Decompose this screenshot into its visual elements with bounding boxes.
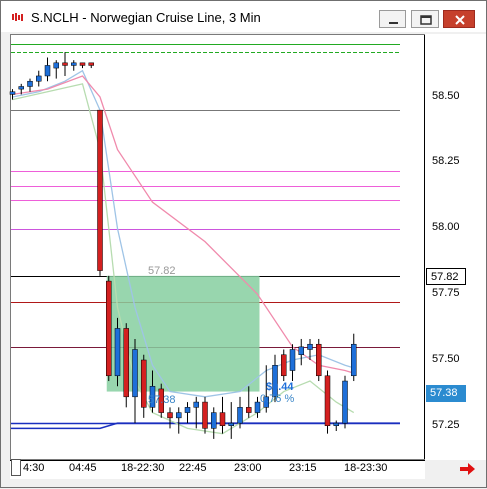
price-tick-label: 58.25 — [432, 155, 460, 167]
profit-percent-label: 0.76 % — [260, 393, 294, 405]
candle-body — [141, 359, 147, 408]
price-tick-label: 57.50 — [432, 353, 460, 365]
time-tick-label: 23:00 — [234, 462, 262, 474]
price-tick-label: 57.25 — [432, 419, 460, 431]
candle-body — [88, 62, 94, 66]
time-tick-label: 23:15 — [289, 462, 317, 474]
candle-body — [167, 412, 173, 419]
price-chart[interactable]: 57.82 57.38 $0.440.76 % — [1, 1, 487, 489]
candle-body — [281, 354, 287, 377]
entry-price-label: 57.82 — [148, 265, 176, 277]
entry-price-badge: 57.82 — [426, 268, 466, 285]
candle-body — [97, 109, 103, 271]
candle-body — [333, 422, 339, 426]
profit-target-box — [106, 275, 260, 392]
candle-body — [62, 62, 68, 66]
candle-body — [219, 412, 226, 427]
candle-body — [307, 343, 313, 350]
candle-body — [193, 401, 199, 408]
candle-body — [27, 80, 33, 87]
chart-window: S.NCLH - Norwegian Cruise Line, 3 Min 57… — [0, 0, 487, 488]
candle-body — [316, 343, 322, 377]
candle-body — [106, 280, 112, 377]
candle-body — [9, 91, 16, 95]
candle-body — [324, 375, 331, 426]
candle-body — [18, 86, 24, 90]
candle-body — [211, 412, 217, 429]
stop-price-label: 57.38 — [148, 394, 176, 406]
candle-body — [71, 62, 77, 66]
candle-body — [44, 65, 51, 77]
candle-body — [298, 346, 304, 355]
candle-body — [289, 349, 296, 371]
candle-body — [351, 343, 357, 377]
scroll-right-arrow-icon[interactable] — [459, 461, 477, 477]
scroll-handle[interactable] — [11, 459, 21, 476]
candle-body — [79, 62, 86, 66]
price-tick-label: 58.00 — [432, 221, 460, 233]
candle-body — [228, 422, 234, 426]
candle-body — [342, 380, 348, 424]
last-price-badge: 57.38 — [426, 385, 466, 402]
time-tick-label: 18-23:30 — [344, 462, 388, 474]
time-tick-label: 22:45 — [179, 462, 207, 474]
profit-amount-label: $0.44 — [266, 381, 294, 393]
candle-body — [246, 407, 252, 413]
candle-body — [132, 349, 138, 398]
time-tick-label: 18-22:30 — [121, 462, 165, 474]
candle-body — [114, 328, 121, 377]
candle-body — [123, 328, 129, 398]
candle-body — [36, 75, 42, 82]
candle-body — [202, 401, 208, 429]
candle-body — [53, 62, 59, 69]
candle-body — [237, 407, 243, 424]
price-tick-label: 58.50 — [432, 90, 460, 102]
candle-body — [176, 412, 182, 419]
time-tick-label: 4:30 — [23, 462, 45, 474]
candle-body — [184, 407, 191, 413]
time-tick-label: 04:45 — [69, 462, 97, 474]
price-tick-label: 57.75 — [432, 287, 460, 299]
